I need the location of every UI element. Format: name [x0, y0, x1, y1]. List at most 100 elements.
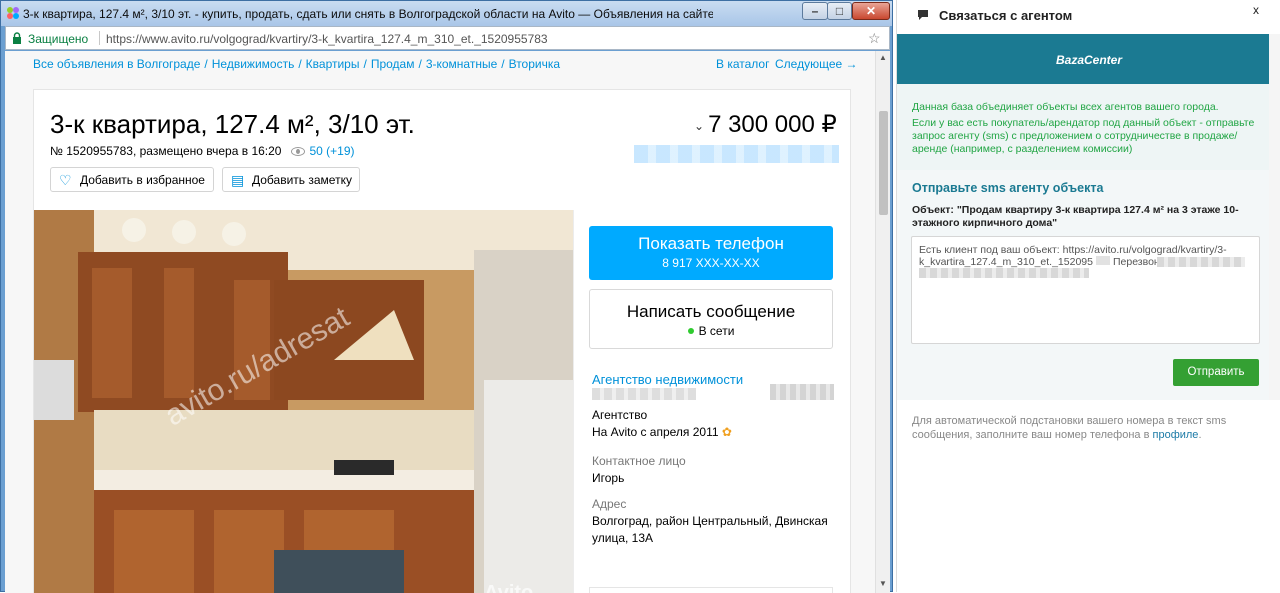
sms-line-1: Есть клиент под ваш объект: https://avit… — [919, 244, 1227, 256]
url-path: /volgograd/kvartiry/3-k_kvartira_127.4_m… — [210, 32, 548, 46]
agency-logo-blurred — [770, 384, 834, 400]
sms-textarea[interactable]: Есть клиент под ваш объект: https://avit… — [911, 236, 1260, 344]
send-sms-button[interactable]: Отправить — [1173, 359, 1259, 386]
favorites-label: Добавить в избранное — [80, 172, 205, 187]
browser-window: 3-к квартира, 127.4 м², 3/10 эт. - купит… — [0, 0, 893, 593]
price-value: 7 300 000 ₽ — [708, 111, 837, 138]
sms-heading: Отправьте sms агенту объекта — [912, 181, 1104, 195]
listing-card: 3-к квартира, 127.4 м², 3/10 эт. № 15209… — [33, 89, 851, 593]
panel-scrollbar[interactable] — [1269, 34, 1280, 400]
breadcrumb: Все объявления в Волгограде / Недвижимость… — [33, 57, 560, 71]
window-title: 3-к квартира, 127.4 м², 3/10 эт. - купит… — [23, 7, 713, 21]
object-description: Объект: "Продам квартиру 3-к квартира 12… — [912, 204, 1239, 229]
secure-label: Защищено — [28, 32, 89, 46]
address-line-1: Волгоград, район Центральный, Двинская — [592, 514, 828, 528]
sms-section: Отправьте sms агенту объекта Объект: "Пр… — [897, 170, 1280, 400]
kitchen-photo-image — [34, 210, 573, 593]
avito-favicon-icon — [7, 7, 19, 19]
page-scrollbar[interactable]: ▲ ▼ — [875, 51, 890, 593]
currency-dropdown-icon[interactable]: ⌄ — [694, 119, 704, 133]
breadcrumb-item[interactable]: Все объявления в Волгограде — [33, 57, 200, 71]
url-prefix: https://www.avito.ru — [106, 32, 211, 46]
brand-name: BazaCenter — [1055, 53, 1123, 67]
sms-phone-blurred — [1157, 257, 1245, 267]
seller-type: Агентство — [592, 408, 648, 422]
catalog-link[interactable]: В каталог — [716, 57, 769, 71]
sms-line-2-url: k_kvartira_127.4_m_310_et._152095 — [919, 256, 1093, 268]
breadcrumb-item[interactable]: Продам — [371, 57, 415, 71]
note-label: Добавить заметку — [252, 172, 352, 187]
scroll-up-icon[interactable]: ▲ — [879, 53, 887, 62]
listing-photo[interactable]: avito.ru/adresat Avito — [34, 210, 573, 593]
minimize-button[interactable]: – — [802, 2, 828, 20]
views-count[interactable]: 50 (+19) — [309, 144, 354, 158]
info-text-2: Если у вас есть покупатель/арендатор под… — [912, 117, 1255, 155]
seller-since: На Avito с апреля 2011 ✿ — [592, 425, 732, 439]
panel-header: Связаться с агентом x — [897, 0, 1280, 34]
show-phone-button[interactable]: Показать телефон 8 917 XXX-XX-XX — [589, 226, 833, 280]
online-status: В сети — [590, 324, 832, 338]
online-dot-icon — [687, 328, 694, 334]
heart-icon: ♡ — [59, 171, 72, 188]
eye-icon — [291, 147, 306, 157]
maximize-icon: □ — [835, 4, 844, 18]
breadcrumb-sep: / — [298, 57, 302, 71]
price: ⌄ 7 300 000 ₽ — [694, 110, 837, 139]
write-message-label: Написать сообщение — [626, 302, 796, 321]
show-phone-label: Показать телефон — [638, 234, 784, 253]
seller-since-text: На Avito с апреля 2011 — [592, 425, 719, 439]
breadcrumb-item[interactable]: Вторичка — [509, 57, 560, 71]
breadcrumb-sep: / — [363, 57, 367, 71]
badge-icon: ✿ — [721, 425, 732, 439]
panel-footer-note: Для автоматической подстановки вашего но… — [912, 414, 1262, 442]
bookmark-star-icon[interactable]: ☆ — [868, 30, 881, 47]
blurred-price-info — [634, 145, 839, 163]
next-listing-link[interactable]: Следующее → — [775, 57, 858, 71]
add-note-button[interactable]: ▤ Добавить заметку — [222, 167, 360, 192]
minimize-icon: – — [811, 4, 819, 18]
note-icon: ▤ — [231, 171, 245, 188]
panel-close-icon[interactable]: x — [1253, 3, 1259, 17]
sms-tail-blurred — [919, 268, 1089, 278]
online-label: В сети — [698, 324, 735, 338]
page-viewport: Все объявления в Волгограде / Недвижимость… — [5, 51, 875, 593]
url-text[interactable]: https://www.avito.ru/volgograd/kvartiry/… — [106, 32, 548, 46]
breadcrumb-item[interactable]: 3-комнатные — [426, 57, 497, 71]
scroll-down-icon[interactable]: ▼ — [879, 579, 887, 588]
agency-link[interactable]: Агентство недвижимости — [592, 372, 743, 387]
scroll-thumb[interactable] — [879, 111, 888, 215]
title-bar: 3-к квартира, 127.4 м², 3/10 эт. - купит… — [1, 1, 892, 26]
close-window-button[interactable]: ✕ — [852, 2, 890, 20]
contact-name: Игорь — [592, 471, 625, 485]
breadcrumb-sep: / — [418, 57, 422, 71]
listing-title: 3-к квартира, 127.4 м², 3/10 эт. — [50, 109, 415, 139]
next-section-box — [589, 587, 833, 593]
contact-label: Контактное лицо — [592, 454, 686, 468]
profile-link[interactable]: профиле — [1153, 429, 1199, 441]
write-message-button[interactable]: Написать сообщение В сети — [589, 289, 833, 349]
panel-title: Связаться с агентом — [939, 8, 1073, 23]
avito-photo-logo: Avito — [484, 582, 534, 593]
chat-bubble-icon — [918, 10, 928, 20]
brand-banner: BazaCenter — [897, 34, 1280, 84]
maximize-button[interactable]: □ — [827, 2, 852, 20]
listing-meta: № 1520955783, размещено вчера в 16:20 50 … — [50, 144, 355, 158]
agency-name-blurred — [592, 388, 696, 400]
close-icon: ✕ — [865, 4, 877, 18]
address-label: Адрес — [592, 497, 627, 511]
add-to-favorites-button[interactable]: ♡ Добавить в избранное — [50, 167, 214, 192]
address-separator — [99, 31, 100, 45]
masked-phone: 8 917 XXX-XX-XX — [662, 256, 760, 270]
breadcrumb-item[interactable]: Недвижимость — [212, 57, 295, 71]
lock-icon — [13, 32, 21, 44]
agent-panel: Связаться с агентом x BazaCenter Данная … — [896, 0, 1280, 592]
address-bar[interactable]: Защищено https://www.avito.ru/volgograd/… — [5, 26, 890, 50]
column-divider — [573, 210, 574, 593]
sms-blur-1 — [1095, 256, 1110, 265]
footer-end: . — [1198, 429, 1202, 441]
info-text-1: Данная база объединяет объекты всех аген… — [912, 101, 1219, 113]
breadcrumb-sep: / — [204, 57, 208, 71]
breadcrumb-item[interactable]: Квартиры — [306, 57, 360, 71]
info-block: Данная база объединяет объекты всех аген… — [897, 84, 1280, 170]
address-line-2: улица, 13А — [592, 531, 654, 545]
